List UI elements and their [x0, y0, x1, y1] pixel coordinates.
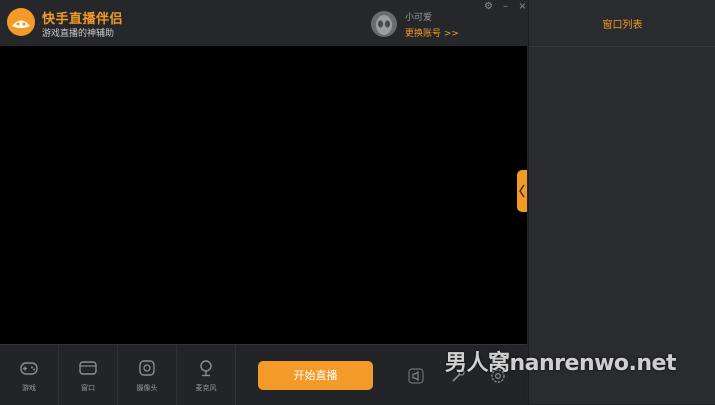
watermark-text: 男人窝nanrenwo.net: [445, 351, 677, 376]
app-subtitle: 游戏直播的神辅助: [42, 29, 115, 39]
tool-window[interactable]: 窗口: [59, 345, 118, 405]
app-title: 快手直播伴侣: [42, 12, 124, 27]
window-list-title: 窗口列表: [602, 19, 643, 31]
window-list-panel: 窗口列表: [528, 0, 715, 404]
close-icon[interactable]: ×: [517, 2, 528, 12]
speaker-icon[interactable]: [407, 367, 425, 385]
switch-account-link[interactable]: 更换账号 >>: [405, 26, 459, 39]
tool-camera[interactable]: 摄像头: [118, 345, 177, 405]
alien-avatar-icon: [376, 15, 392, 35]
header-bar: 快手直播伴侣 游戏直播的神辅助 小可爱 更换账号 >> ⚙ – ×: [0, 0, 528, 46]
stream-preview[interactable]: [0, 46, 527, 344]
app-logo-icon: [7, 8, 35, 36]
window-icon: [79, 361, 97, 375]
username: 小可爱: [405, 13, 433, 23]
start-live-button[interactable]: 开始直播: [258, 361, 373, 390]
tool-game[interactable]: 游戏: [0, 345, 59, 405]
window-list-header: 窗口列表: [529, 0, 715, 47]
app-window: 快手直播伴侣 游戏直播的神辅助 小可爱 更换账号 >> ⚙ – × 窗口列表 游…: [0, 0, 715, 405]
gamepad-icon: [20, 362, 38, 375]
tool-microphone[interactable]: 麦克风: [177, 345, 236, 405]
chevron-left-icon: [519, 184, 525, 198]
window-controls: ⚙ – ×: [483, 2, 528, 12]
tool-label: 摄像头: [136, 384, 158, 392]
collapse-panel-button[interactable]: [517, 170, 527, 212]
window-settings-icon[interactable]: ⚙: [483, 2, 494, 12]
microphone-icon: [200, 360, 212, 377]
user-avatar[interactable]: [371, 11, 397, 37]
camera-icon: [139, 360, 155, 376]
tool-label: 游戏: [22, 384, 36, 392]
tool-label: 麦克风: [195, 384, 217, 392]
minimize-icon[interactable]: –: [500, 2, 511, 12]
tool-label: 窗口: [81, 384, 95, 392]
